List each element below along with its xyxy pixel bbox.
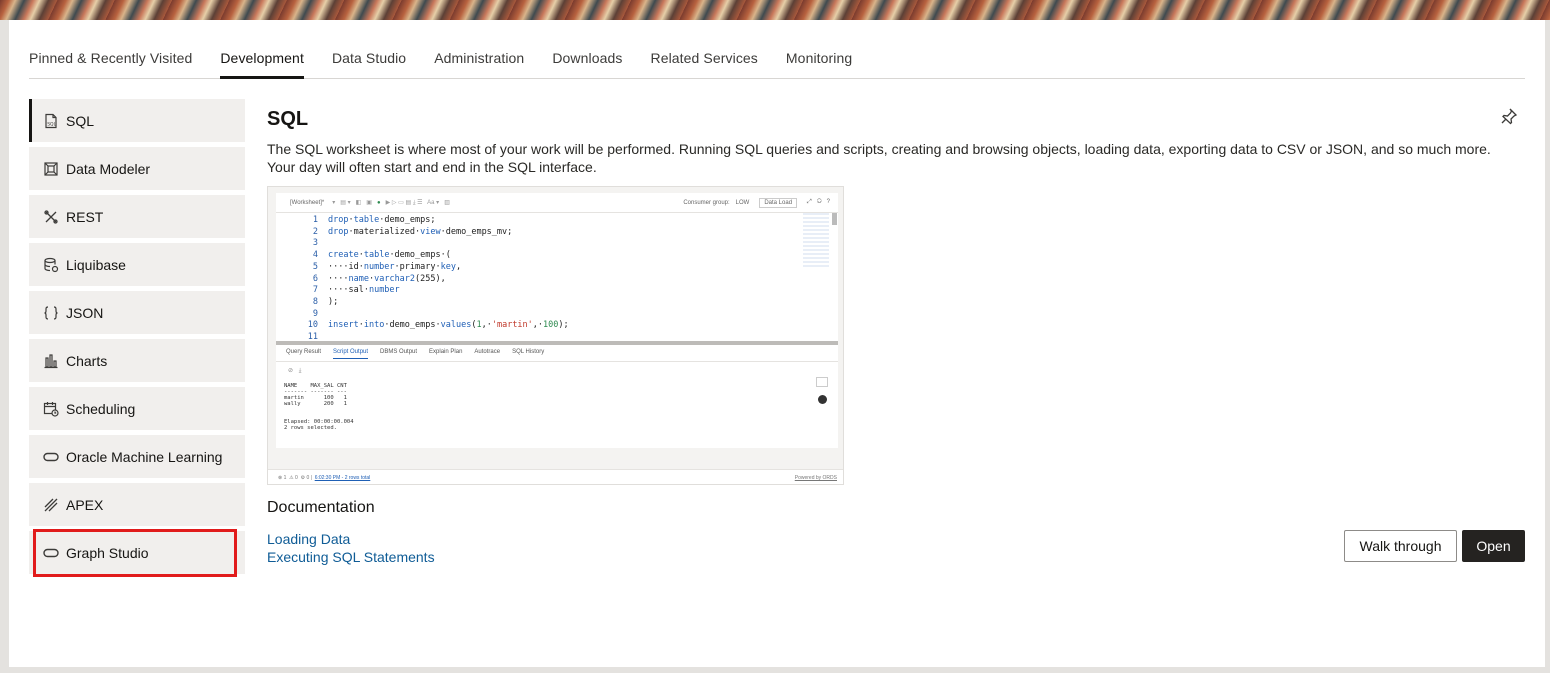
json-braces-icon: [43, 305, 59, 321]
sidebar-item-liquibase[interactable]: Liquibase: [29, 243, 245, 286]
sidebar-item-label: SQL: [66, 112, 95, 129]
sidebar-item-label: Charts: [66, 352, 108, 369]
content-area: SQL The SQL worksheet is where most of y…: [267, 100, 1527, 566]
sidebar-item-oracle-machine-learning[interactable]: Oracle Machine Learning: [29, 435, 245, 478]
sidebar-item-label: REST: [66, 208, 104, 225]
preview-code-editor: 1 drop·table·demo_emps; 2 drop·materialize…: [276, 213, 838, 342]
sidebar-item-label: Liquibase: [66, 256, 126, 273]
rest-tools-icon: [43, 209, 59, 225]
sidebar-item-charts[interactable]: Charts: [29, 339, 245, 382]
pin-icon[interactable]: [1499, 106, 1519, 126]
sidebar-item-label: Graph Studio: [66, 544, 149, 561]
decorative-banner: [0, 0, 1550, 20]
page-title: SQL: [267, 108, 309, 130]
documentation-links: Loading Data Executing SQL Statements: [267, 530, 1527, 566]
doc-link-loading-data[interactable]: Loading Data: [267, 530, 1527, 548]
sidebar-item-json[interactable]: JSON: [29, 291, 245, 334]
tab-pinned-recently-visited[interactable]: Pinned & Recently Visited: [29, 42, 192, 79]
tab-bar: Pinned & Recently Visited Development Da…: [29, 42, 1525, 79]
tab-related-services[interactable]: Related Services: [650, 42, 757, 79]
sql-worksheet-preview-image: [Worksheet]* ▾ ▤ ▾ ◧ ▣ ● ▶ ▷ ▭ ▤ ⤓ ☰ Aa …: [267, 186, 844, 485]
sidebar-item-rest[interactable]: REST: [29, 195, 245, 238]
walk-through-button[interactable]: Walk through: [1344, 530, 1457, 562]
sidebar-item-apex[interactable]: APEX: [29, 483, 245, 526]
doc-link-executing-sql-statements[interactable]: Executing SQL Statements: [267, 548, 1527, 566]
preview-status-bar: ⊗ 1 ⚠ 0 ⚙ 0 | 6:02:30 PM - 2 rows total …: [268, 469, 843, 484]
pill-icon: [43, 545, 59, 561]
tab-monitoring[interactable]: Monitoring: [786, 42, 852, 79]
tab-administration[interactable]: Administration: [434, 42, 524, 79]
sidebar-item-sql[interactable]: SQL SQL: [29, 99, 245, 142]
open-button[interactable]: Open: [1462, 530, 1525, 562]
sidebar-item-scheduling[interactable]: Scheduling: [29, 387, 245, 430]
preview-output-panel: Query Result Script Output DBMS Output E…: [276, 345, 838, 448]
tab-development[interactable]: Development: [220, 42, 304, 79]
sidebar: SQL SQL Data Modeler REST Liquibase JSON…: [29, 99, 245, 579]
sql-file-icon: SQL: [43, 113, 59, 129]
page-description: The SQL worksheet is where most of your …: [267, 141, 1491, 175]
sidebar-item-graph-studio[interactable]: Graph Studio: [29, 531, 245, 574]
tab-downloads[interactable]: Downloads: [552, 42, 622, 79]
tab-data-studio[interactable]: Data Studio: [332, 42, 406, 79]
sidebar-item-label: Data Modeler: [66, 160, 151, 177]
pill-icon: [43, 449, 59, 465]
preview-toolbar: [Worksheet]* ▾ ▤ ▾ ◧ ▣ ● ▶ ▷ ▭ ▤ ⤓ ☰ Aa …: [276, 193, 838, 213]
documentation-heading: Documentation: [267, 499, 375, 516]
sidebar-item-label: APEX: [66, 496, 104, 513]
calendar-clock-icon: [43, 401, 59, 417]
svg-text:SQL: SQL: [47, 121, 56, 127]
sidebar-item-data-modeler[interactable]: Data Modeler: [29, 147, 245, 190]
apex-icon: [43, 497, 59, 513]
bar-chart-icon: [43, 353, 59, 369]
data-modeler-icon: [43, 161, 59, 177]
sidebar-item-label: JSON: [66, 304, 104, 321]
main-panel: Pinned & Recently Visited Development Da…: [9, 20, 1545, 667]
sidebar-item-label: Oracle Machine Learning: [66, 448, 223, 465]
sidebar-item-label: Scheduling: [66, 400, 136, 417]
liquibase-icon: [43, 257, 59, 273]
